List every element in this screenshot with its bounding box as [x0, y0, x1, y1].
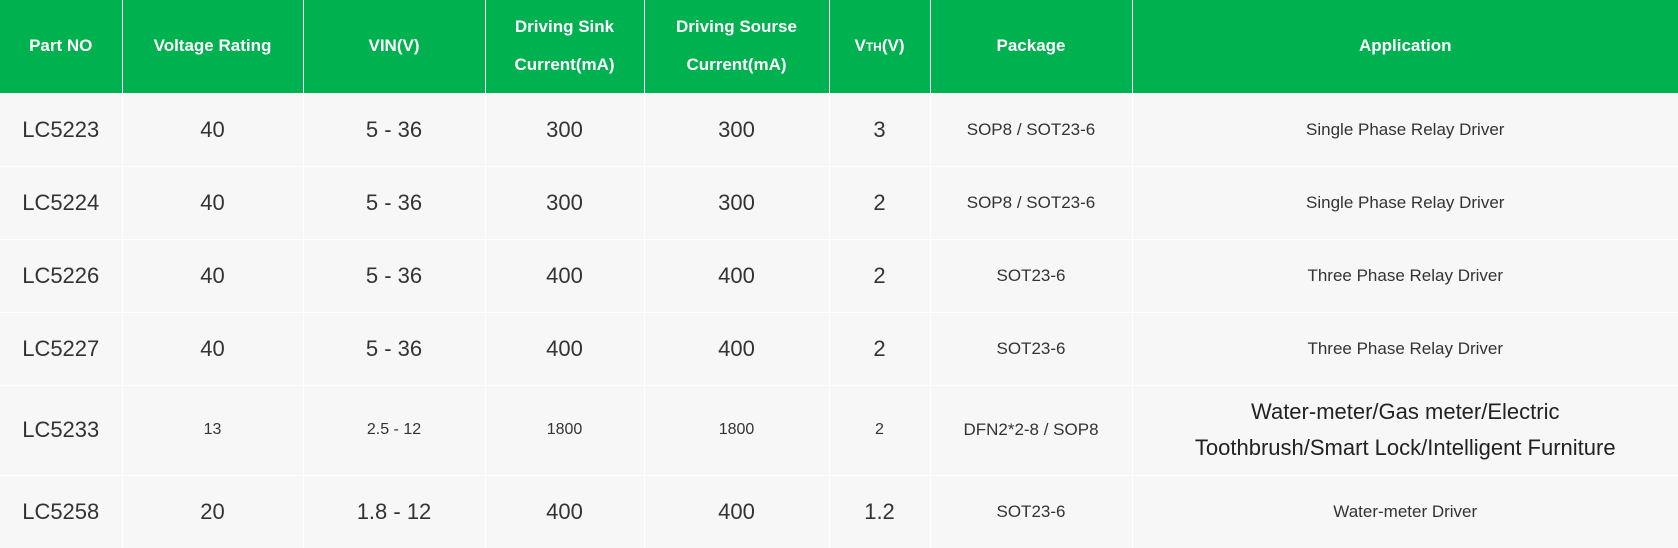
cell-package: DFN2*2-8 / SOP8	[929, 384, 1132, 475]
product-table-container: Part NO Voltage Rating VIN(V) Driving Si…	[0, 0, 1678, 548]
table-header-row: Part NO Voltage Rating VIN(V) Driving Si…	[0, 0, 1678, 93]
cell-package: SOT23-6	[929, 238, 1132, 312]
cell-application: Water-meter Driver	[1131, 474, 1678, 548]
cell-sink-current: 300	[484, 165, 644, 239]
table-row: LC5227 40 5 - 36 400 400 2 SOT23-6 Three…	[0, 311, 1678, 385]
table-row: LC5258 20 1.8 - 12 400 400 1.2 SOT23-6 W…	[0, 474, 1678, 548]
application-line2: Toothbrush/Smart Lock/Intelligent Furnit…	[1194, 435, 1616, 460]
cell-application: Three Phase Relay Driver	[1131, 311, 1678, 385]
cell-source-current: 300	[643, 92, 829, 166]
cell-package: SOT23-6	[929, 311, 1132, 385]
header-label-line1: Driving Sourse	[676, 17, 797, 37]
table-row: LC5224 40 5 - 36 300 300 2 SOP8 / SOT23-…	[0, 165, 1678, 239]
header-label: Application	[1358, 36, 1452, 56]
cell-source-current: 400	[643, 238, 829, 312]
header-part-no: Part NO	[0, 0, 122, 93]
cell-source-current: 300	[643, 165, 829, 239]
header-application: Application	[1131, 0, 1678, 93]
product-spec-table: Part NO Voltage Rating VIN(V) Driving Si…	[0, 0, 1678, 548]
cell-vth: 2	[828, 311, 930, 385]
header-label: Part NO	[29, 36, 93, 56]
cell-application: Single Phase Relay Driver	[1131, 92, 1678, 166]
cell-application: Single Phase Relay Driver	[1131, 165, 1678, 239]
cell-source-current: 400	[643, 474, 829, 548]
cell-package: SOP8 / SOT23-6	[929, 165, 1132, 239]
header-label: Package	[996, 36, 1066, 56]
header-label: VIN(V)	[368, 36, 420, 56]
header-label-subscript: TH	[865, 39, 882, 54]
header-vin: VIN(V)	[302, 0, 485, 93]
cell-vin: 5 - 36	[302, 311, 485, 385]
cell-voltage-rating: 40	[121, 92, 303, 166]
cell-vth: 3	[828, 92, 930, 166]
cell-sink-current: 1800	[484, 384, 644, 475]
cell-part-no: LC5226	[0, 238, 122, 312]
cell-voltage-rating: 40	[121, 165, 303, 239]
header-label-line2: Current(mA)	[514, 55, 615, 75]
cell-vin: 2.5 - 12	[302, 384, 485, 475]
header-label-line2: Current(mA)	[686, 55, 787, 75]
table-row: LC5223 40 5 - 36 300 300 3 SOP8 / SOT23-…	[0, 92, 1678, 166]
header-package: Package	[929, 0, 1132, 93]
cell-vin: 1.8 - 12	[302, 474, 485, 548]
table-row: LC5233 13 2.5 - 12 1800 1800 2 DFN2*2-8 …	[0, 384, 1678, 475]
table-row: LC5226 40 5 - 36 400 400 2 SOT23-6 Three…	[0, 238, 1678, 312]
cell-source-current: 400	[643, 311, 829, 385]
cell-sink-current: 300	[484, 92, 644, 166]
header-label: Voltage Rating	[153, 36, 272, 56]
header-voltage-rating: Voltage Rating	[121, 0, 303, 93]
cell-part-no: LC5223	[0, 92, 122, 166]
cell-vth: 2	[828, 165, 930, 239]
header-label-line1: Driving Sink	[514, 17, 615, 37]
cell-vin: 5 - 36	[302, 165, 485, 239]
cell-vth: 1.2	[828, 474, 930, 548]
cell-voltage-rating: 13	[121, 384, 303, 475]
header-vth: VTH(V)	[828, 0, 930, 93]
cell-part-no: LC5258	[0, 474, 122, 548]
cell-source-current: 1800	[643, 384, 829, 475]
cell-sink-current: 400	[484, 238, 644, 312]
cell-application: Three Phase Relay Driver	[1131, 238, 1678, 312]
header-label-prefix: V	[854, 35, 866, 55]
cell-part-no: LC5227	[0, 311, 122, 385]
header-label-suffix: (V)	[881, 35, 905, 55]
cell-vin: 5 - 36	[302, 238, 485, 312]
cell-voltage-rating: 20	[121, 474, 303, 548]
cell-part-no: LC5224	[0, 165, 122, 239]
cell-sink-current: 400	[484, 311, 644, 385]
cell-package: SOP8 / SOT23-6	[929, 92, 1132, 166]
cell-package: SOT23-6	[929, 474, 1132, 548]
cell-part-no: LC5233	[0, 384, 122, 475]
cell-vth: 2	[828, 238, 930, 312]
cell-vth: 2	[828, 384, 930, 475]
cell-voltage-rating: 40	[121, 238, 303, 312]
cell-sink-current: 400	[484, 474, 644, 548]
header-driving-source-current: Driving Sourse Current(mA)	[643, 0, 829, 93]
cell-vin: 5 - 36	[302, 92, 485, 166]
cell-application: Water-meter/Gas meter/Electric Toothbrus…	[1131, 384, 1678, 475]
application-line1: Water-meter/Gas meter/Electric	[1251, 399, 1560, 424]
header-driving-sink-current: Driving Sink Current(mA)	[484, 0, 644, 93]
cell-voltage-rating: 40	[121, 311, 303, 385]
